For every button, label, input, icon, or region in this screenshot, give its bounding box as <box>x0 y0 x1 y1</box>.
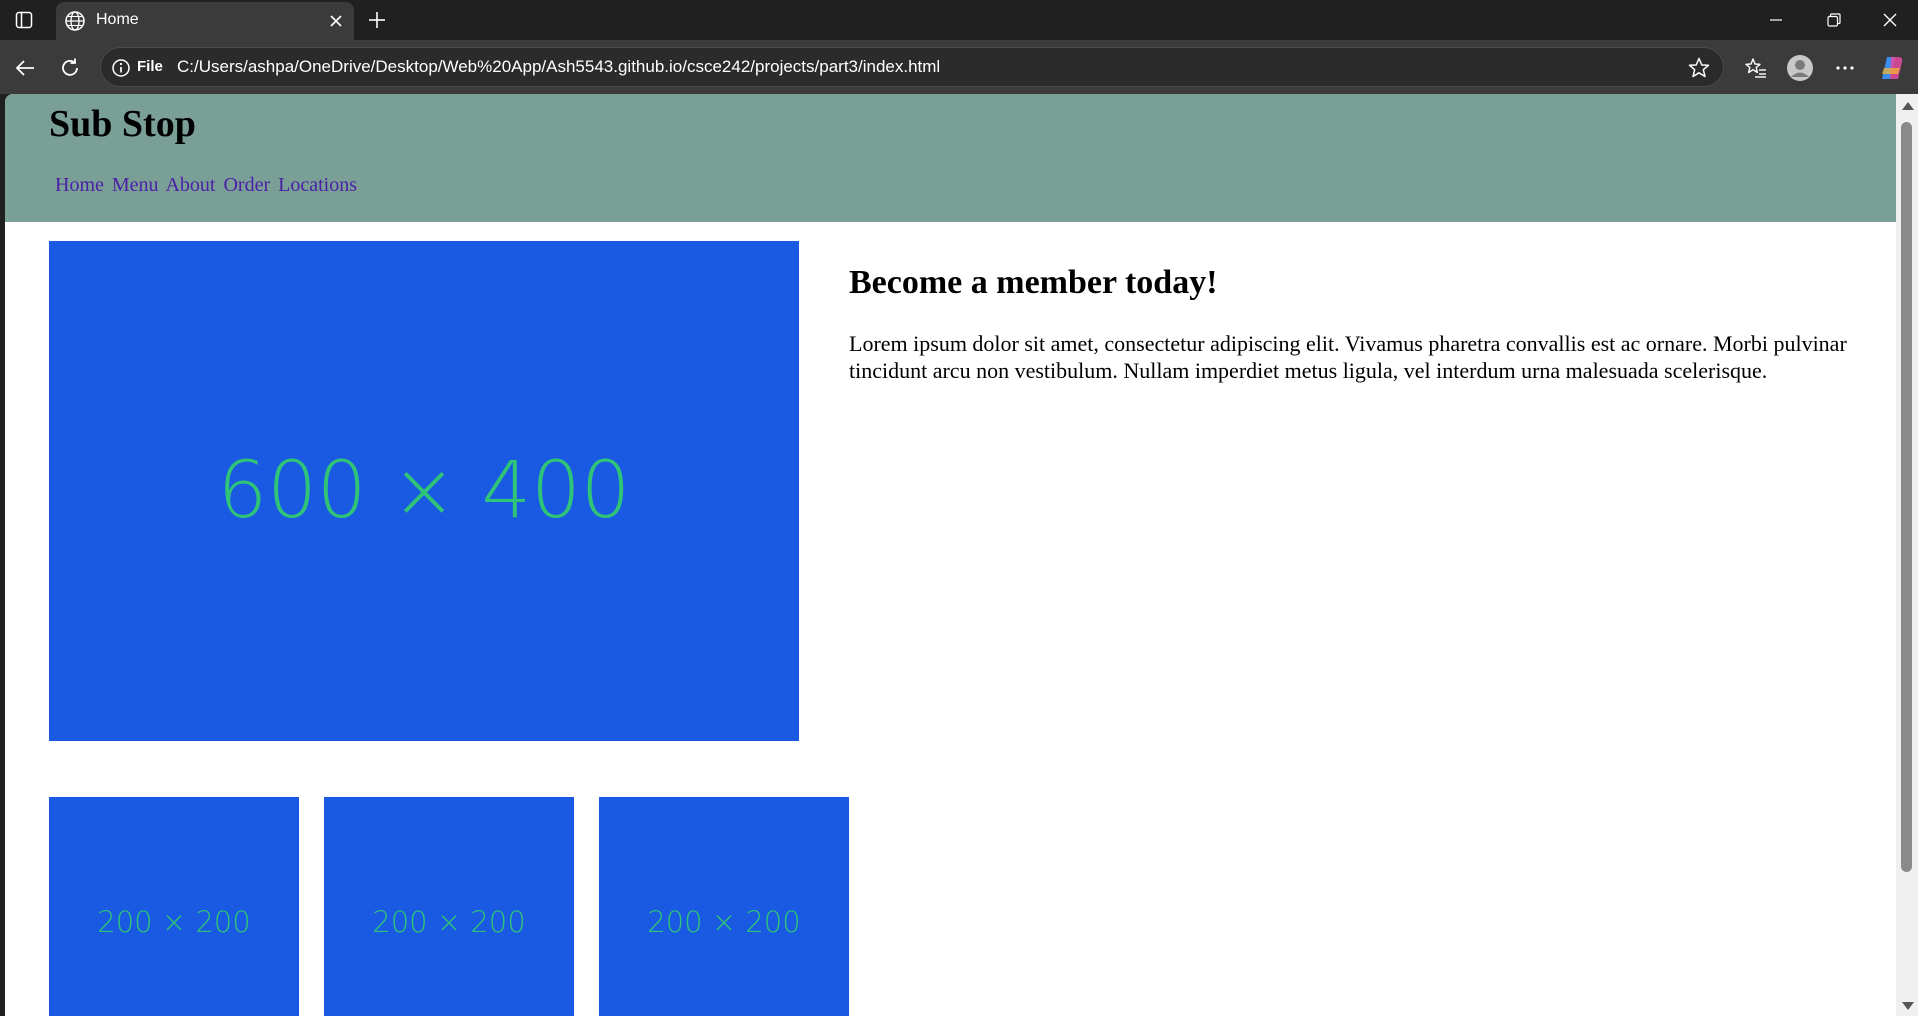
thumbnail-label: 200 × 200 <box>372 905 526 939</box>
hero-image-label: 600 × 400 <box>217 446 631 536</box>
hero-image-placeholder: 600 × 400 <box>49 241 799 741</box>
minimize-button[interactable] <box>1754 6 1798 34</box>
close-icon <box>330 15 342 27</box>
plus-icon <box>369 12 385 28</box>
refresh-icon <box>62 58 78 76</box>
copilot-icon <box>1882 57 1903 79</box>
restore-button[interactable] <box>1812 6 1856 34</box>
close-window-button[interactable] <box>1868 6 1912 34</box>
scrollbar-thumb[interactable] <box>1901 122 1912 872</box>
thumbnail-image-placeholder: 200 × 200 <box>324 797 574 1016</box>
promo-body: Lorem ipsum dolor sit amet, consectetur … <box>849 331 1847 383</box>
more-horizontal-icon <box>1836 66 1854 70</box>
close-icon <box>1883 13 1897 27</box>
thumbnail-image-placeholder: 200 × 200 <box>599 797 849 1016</box>
favorites-button[interactable] <box>1740 52 1772 84</box>
nav-link-about[interactable]: About <box>165 174 215 196</box>
tab-title: Home <box>96 11 139 28</box>
thumbnail-label: 200 × 200 <box>97 905 251 939</box>
page-viewport: Sub Stop Home Menu About Order Locations… <box>5 94 1896 1016</box>
nav-link-locations[interactable]: Locations <box>278 174 357 196</box>
close-tab-button[interactable] <box>324 9 348 33</box>
restore-icon <box>1827 13 1841 27</box>
thumbnail-label: 200 × 200 <box>647 905 801 939</box>
url-text[interactable]: C:/Users/ashpa/OneDrive/Desktop/Web%20Ap… <box>177 57 940 77</box>
site-nav: Home Menu About Order Locations <box>55 174 360 197</box>
scroll-up-arrow-icon[interactable] <box>1902 102 1914 110</box>
favorites-icon <box>1745 58 1766 78</box>
arrow-left-icon <box>15 60 34 76</box>
address-protocol-label: File <box>137 58 163 75</box>
minimize-icon <box>1770 19 1782 21</box>
refresh-button[interactable] <box>55 53 85 83</box>
tab-actions-icon <box>15 11 33 29</box>
vertical-scrollbar[interactable] <box>1896 94 1918 1016</box>
scroll-down-arrow-icon[interactable] <box>1902 1002 1914 1010</box>
copilot-button[interactable] <box>1876 52 1908 84</box>
back-button[interactable] <box>10 53 40 83</box>
address-bar[interactable]: File C:/Users/ashpa/OneDrive/Desktop/Web… <box>100 47 1724 87</box>
browser-title-bar: Home <box>0 0 1918 40</box>
site-header: Sub Stop Home Menu About Order Locations <box>5 94 1896 222</box>
browser-tab-home[interactable]: Home <box>56 2 354 40</box>
more-options-button[interactable] <box>1829 52 1861 84</box>
globe-icon <box>65 11 85 31</box>
star-icon[interactable] <box>1687 56 1711 80</box>
nav-link-menu[interactable]: Menu <box>112 174 159 196</box>
nav-link-home[interactable]: Home <box>55 174 104 196</box>
new-tab-button[interactable] <box>364 7 390 33</box>
browser-toolbar: File C:/Users/ashpa/OneDrive/Desktop/Web… <box>0 40 1918 94</box>
tab-actions-button[interactable] <box>10 8 38 32</box>
thumbnail-image-placeholder: 200 × 200 <box>49 797 299 1016</box>
nav-link-order[interactable]: Order <box>223 174 270 196</box>
site-title: Sub Stop <box>49 103 196 145</box>
membership-promo: Become a member today! Lorem ipsum dolor… <box>849 264 1869 384</box>
avatar-icon <box>1787 55 1813 81</box>
promo-heading: Become a member today! <box>849 264 1218 301</box>
profile-button[interactable] <box>1784 52 1816 84</box>
info-icon[interactable] <box>111 58 131 78</box>
